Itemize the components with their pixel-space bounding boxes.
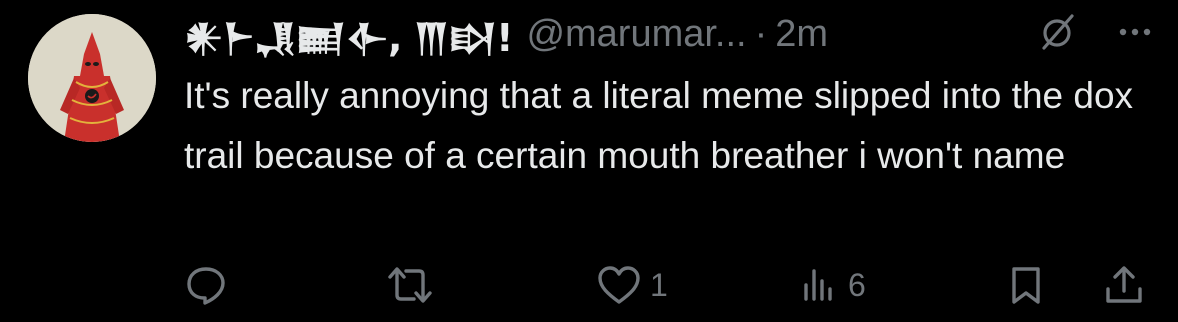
reply-icon [187, 267, 225, 305]
header-actions [1038, 12, 1154, 52]
avatar-image [28, 14, 156, 142]
timestamp[interactable]: 2m [775, 13, 828, 56]
share-icon [1106, 266, 1142, 303]
views-icon [804, 269, 832, 301]
repost-button[interactable] [384, 258, 444, 312]
grok-icon[interactable] [1038, 12, 1078, 52]
avatar[interactable] [28, 14, 156, 142]
views-button[interactable]: 6 [800, 258, 866, 312]
repost-icon [388, 267, 432, 303]
like-count: 1 [650, 266, 668, 303]
more-icon[interactable] [1118, 12, 1152, 52]
separator-dot: · [754, 12, 768, 55]
reply-button[interactable] [184, 258, 236, 312]
action-bar: 1 6 [184, 258, 1154, 312]
bookmark-icon [1012, 267, 1040, 304]
post-header: 𒀭𒈨𒂗𒆤𒅆, 𒐈𒊭! @marumar... · 2m [184, 10, 1154, 60]
post[interactable]: 𒀭𒈨𒂗𒆤𒅆, 𒐈𒊭! @marumar... · 2m It's really … [0, 0, 1178, 322]
share-button[interactable] [1102, 258, 1146, 312]
post-text: It's really annoying that a literal meme… [184, 75, 1134, 176]
bookmark-button[interactable] [1006, 258, 1046, 312]
like-button[interactable]: 1 [596, 258, 668, 312]
views-count: 6 [848, 266, 866, 303]
like-icon [598, 266, 640, 304]
user-handle[interactable]: @marumar... [526, 13, 746, 56]
